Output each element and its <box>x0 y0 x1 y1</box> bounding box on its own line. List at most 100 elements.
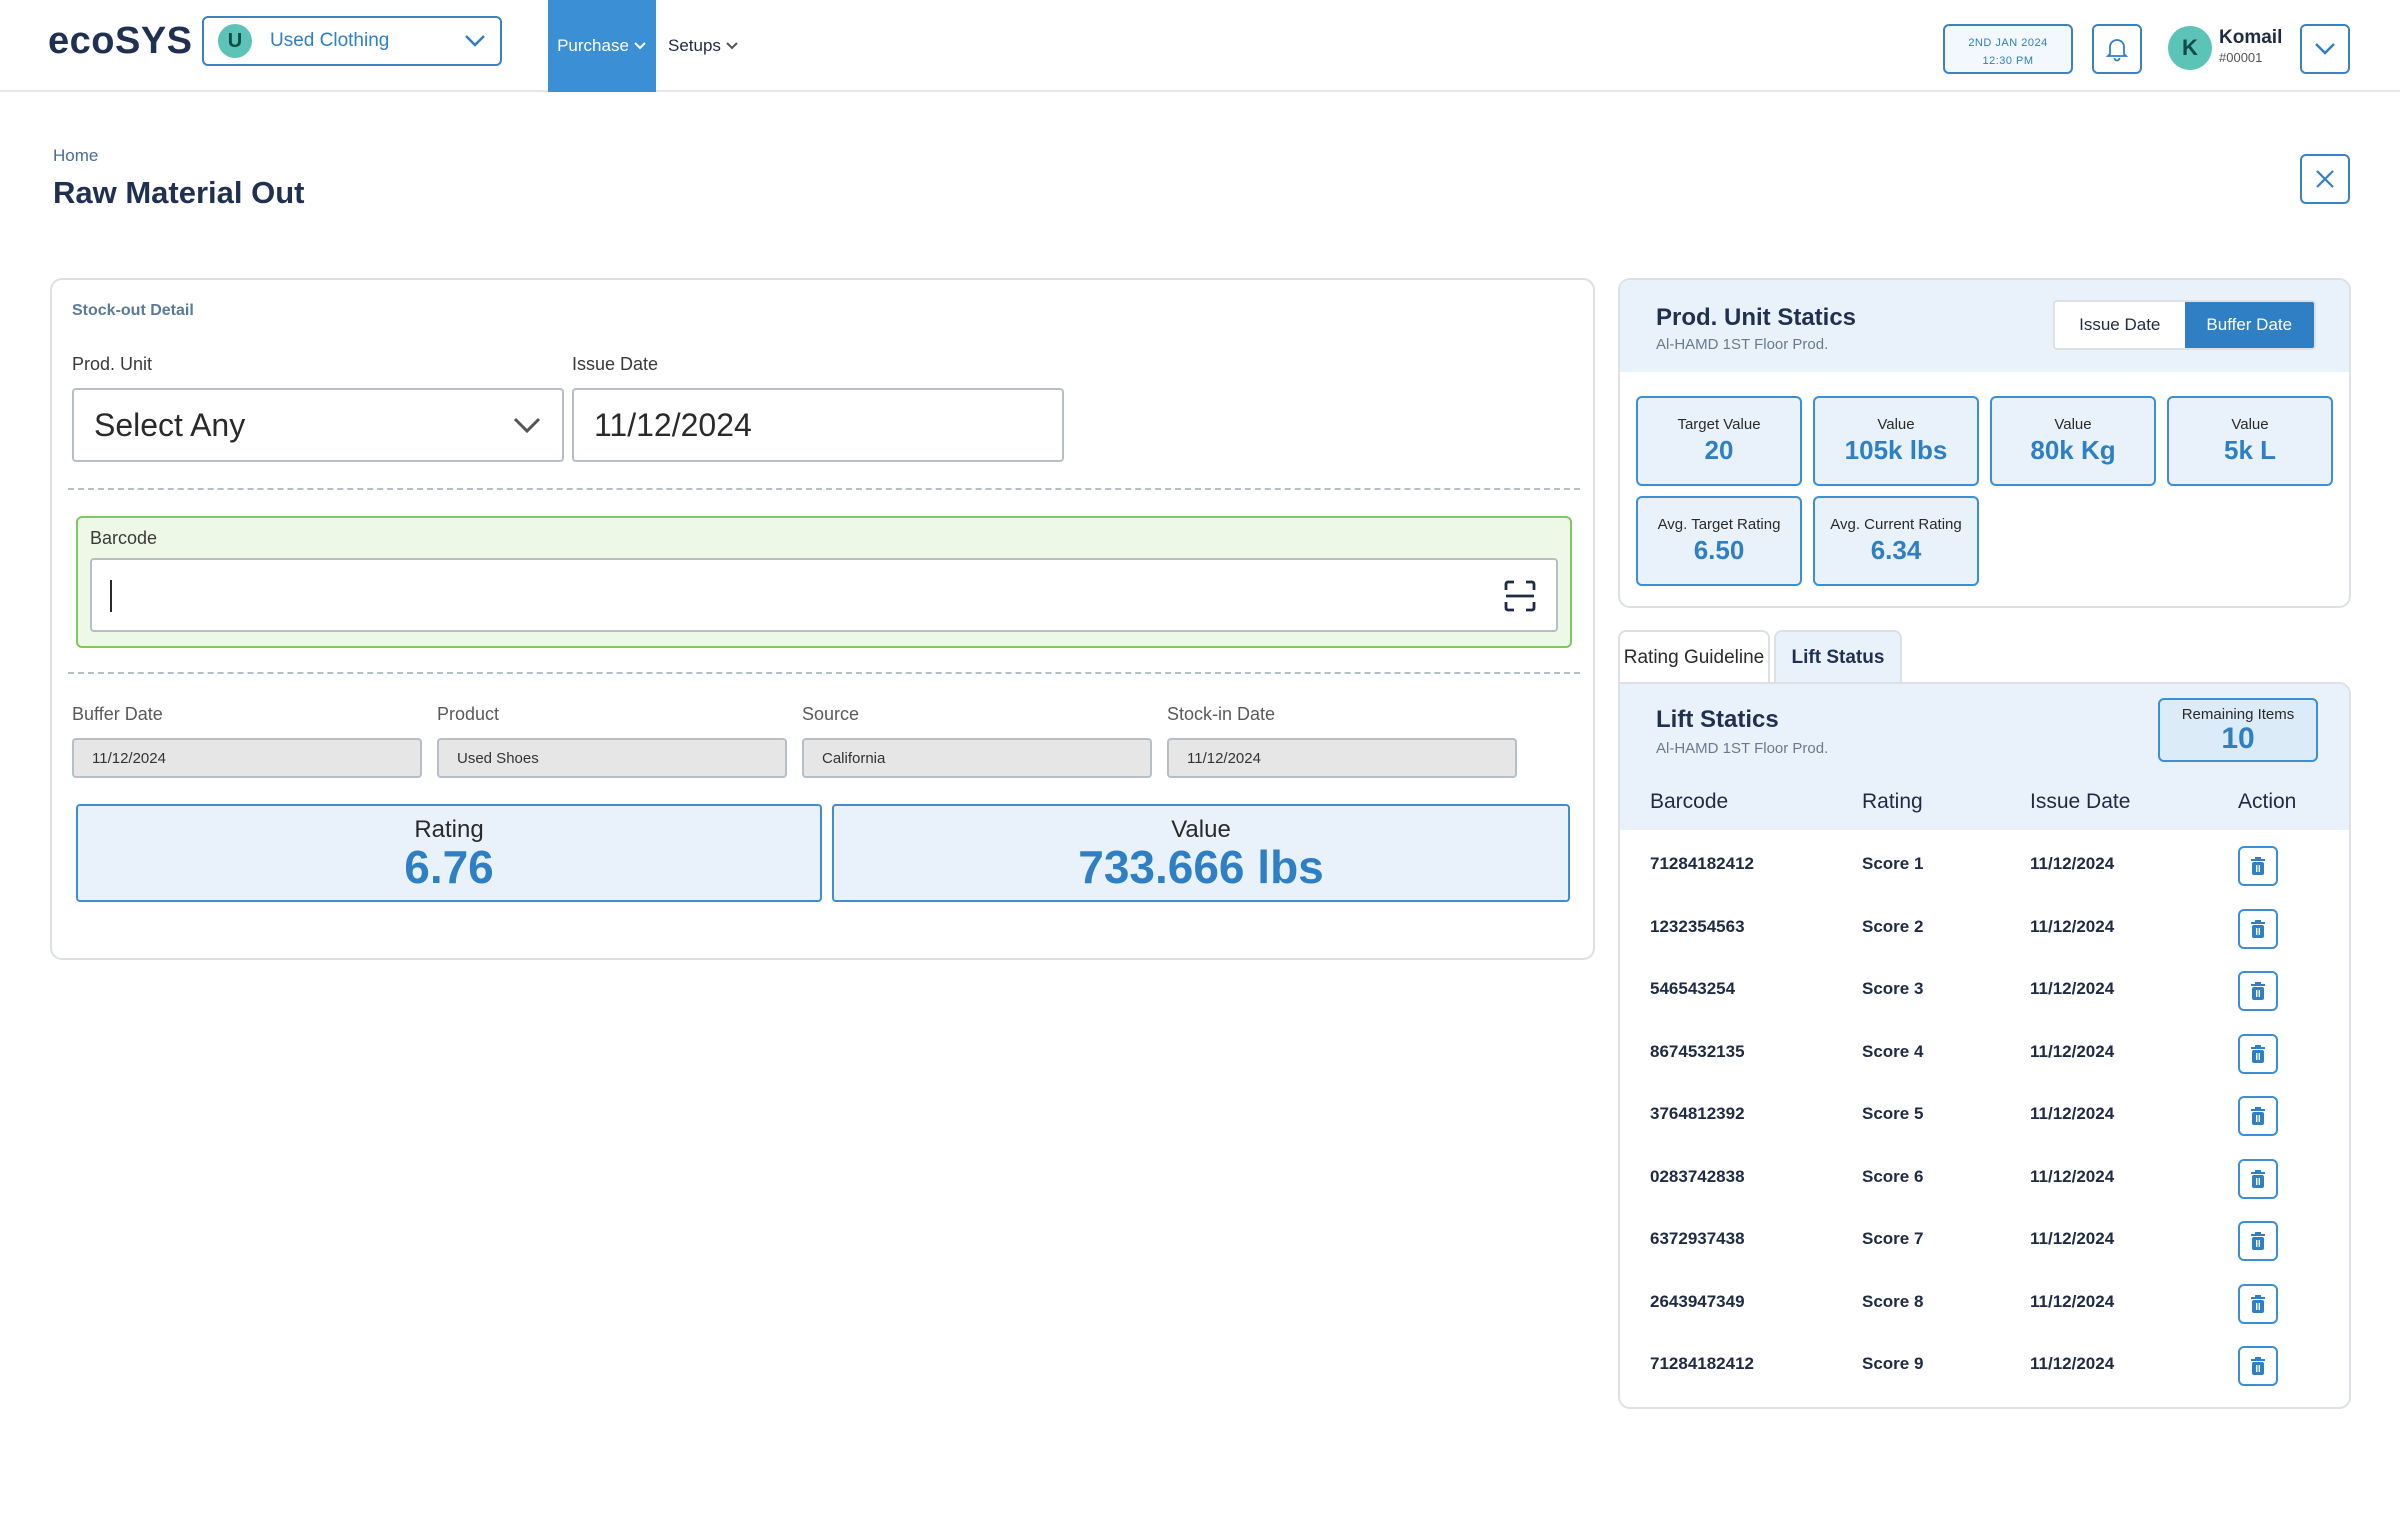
delete-button[interactable] <box>2238 1346 2278 1386</box>
trash-icon <box>2251 1107 2265 1125</box>
trash-icon <box>2251 1232 2265 1250</box>
cell-issue-date: 11/12/2024 <box>2030 916 2115 936</box>
source-field: California <box>802 738 1152 778</box>
user-avatar[interactable]: K <box>2168 26 2212 70</box>
stockin-date-field: 11/12/2024 <box>1167 738 1517 778</box>
trash-icon <box>2251 919 2265 938</box>
cell-barcode: 71284182412 <box>1650 1354 1755 1373</box>
chevron-down-icon <box>513 417 541 434</box>
remaining-label: Remaining Items <box>2181 706 2295 723</box>
col-issue-date[interactable]: Issue Date <box>2030 790 2130 814</box>
buffer-date-field: 11/12/2024 <box>72 738 422 778</box>
delete-button[interactable] <box>2238 1158 2278 1199</box>
stockin-date-label: Stock-in Date <box>1167 704 1276 724</box>
stockout-detail-card: Stock-out Detail Prod. Unit Issue Date S… <box>50 278 1595 960</box>
close-icon <box>2316 170 2334 188</box>
cell-issue-date: 11/12/2024 <box>2030 1354 2115 1373</box>
delete-button[interactable] <box>2238 971 2278 1011</box>
table-row: 1232354563 Score 2 11/12/2024 <box>1620 897 2349 959</box>
notifications-button[interactable] <box>2092 24 2142 74</box>
issue-date-input[interactable]: 11/12/2024 <box>572 388 1064 462</box>
nav-purchase[interactable]: Purchase <box>548 0 656 92</box>
table-row: 8674532135 Score 4 11/12/2024 <box>1620 1022 2349 1084</box>
col-action: Action <box>2238 790 2297 813</box>
trash-icon <box>2251 1357 2265 1375</box>
text-caret <box>110 580 112 612</box>
buffer-date-label: Buffer Date <box>72 704 163 724</box>
breadcrumb-home[interactable]: Home <box>53 146 98 166</box>
stat-value: 6.34 <box>1870 535 1922 565</box>
top-header: ecoSYS U Used Clothing Purchase Setups 2… <box>0 0 2400 92</box>
nav-setups[interactable]: Setups <box>668 0 739 92</box>
product-field: Used Shoes <box>437 738 787 778</box>
cell-barcode: 71284182412 <box>1650 854 1755 873</box>
delete-button[interactable] <box>2238 908 2278 949</box>
chevron-down-icon <box>634 42 646 50</box>
table-header: Barcode Rating Issue Date Action <box>1620 776 2349 830</box>
cell-rating: Score 3 <box>1862 979 1924 998</box>
table-row: 6372937438 Score 7 11/12/2024 <box>1620 1209 2349 1271</box>
table-row: 71284182412 Score 1 11/12/2024 <box>1620 834 2349 896</box>
trash-icon <box>2251 982 2265 1000</box>
cell-issue-date: 11/12/2024 <box>2030 1041 2115 1061</box>
barcode-input[interactable] <box>90 558 1558 632</box>
chevron-down-icon <box>726 42 738 50</box>
cell-barcode: 2643947349 <box>1650 1291 1745 1311</box>
source-label: Source <box>802 704 860 724</box>
toggle-buffer-date[interactable]: Buffer Date <box>2184 302 2314 348</box>
close-button[interactable] <box>2300 154 2350 204</box>
stat-value: 5k L <box>2223 435 2277 465</box>
scan-icon[interactable] <box>1504 580 1536 612</box>
col-rating[interactable]: Rating <box>1862 790 1923 814</box>
cell-issue-date: 11/12/2024 <box>2030 979 2115 998</box>
stat-title: Value <box>2231 416 2269 433</box>
delete-button[interactable] <box>2238 1221 2278 1261</box>
stat-title: Target Value <box>1677 416 1761 433</box>
prod-unit-select[interactable]: Select Any <box>72 388 564 462</box>
prod-unit-label: Prod. Unit <box>72 354 153 374</box>
delete-button[interactable] <box>2238 846 2278 886</box>
delete-button[interactable] <box>2238 1283 2278 1324</box>
date-text: 2ND JAN 2024 <box>1968 37 2048 49</box>
stat-value: 80k Kg <box>2030 435 2116 465</box>
section-title: Stock-out Detail <box>72 302 194 319</box>
stat-card: Value 105k lbs <box>1813 396 1979 486</box>
tab-lift-status[interactable]: Lift Status <box>1774 630 1902 684</box>
cell-rating: Score 4 <box>1862 1041 1924 1061</box>
lift-subtitle: Al-HAMD 1ST Floor Prod. <box>1656 740 1829 757</box>
rating-value: 6.76 <box>404 841 494 893</box>
toggle-issue-date[interactable]: Issue Date <box>2055 302 2185 348</box>
table-row: 546543254 Score 3 11/12/2024 <box>1620 959 2349 1021</box>
time-text: 12:30 PM <box>1982 55 2034 67</box>
trash-icon <box>2251 1044 2265 1063</box>
cell-rating: Score 8 <box>1862 1291 1924 1311</box>
chevron-down-icon <box>2315 43 2335 55</box>
page-title: Raw Material Out <box>53 175 305 210</box>
cell-barcode: 8674532135 <box>1650 1041 1745 1061</box>
cell-rating: Score 2 <box>1862 916 1924 936</box>
stat-card: Avg. Target Rating 6.50 <box>1636 496 1802 586</box>
stat-value: 20 <box>1704 435 1734 465</box>
value-value: 733.666 lbs <box>1078 841 1324 893</box>
cell-barcode: 3764812392 <box>1650 1104 1745 1123</box>
user-name: Komail <box>2219 27 2283 48</box>
chevron-down-icon <box>465 35 485 47</box>
trash-icon <box>2251 1169 2265 1188</box>
org-selector[interactable]: U Used Clothing <box>202 16 502 66</box>
nav-purchase-label: Purchase <box>557 36 629 55</box>
app-logo[interactable]: ecoSYS <box>48 20 193 63</box>
stat-card: Value 5k L <box>2167 396 2333 486</box>
user-menu-button[interactable] <box>2300 24 2350 74</box>
delete-button[interactable] <box>2238 1096 2278 1136</box>
lift-title: Lift Statics <box>1656 706 1779 733</box>
cell-rating: Score 1 <box>1862 854 1924 873</box>
lift-statics-panel: Lift Statics Al-HAMD 1ST Floor Prod. Rem… <box>1618 682 2351 1409</box>
lift-header: Lift Statics Al-HAMD 1ST Floor Prod. Rem… <box>1620 684 2349 776</box>
delete-button[interactable] <box>2238 1033 2278 1074</box>
cell-rating: Score 7 <box>1862 1229 1924 1248</box>
stat-title: Value <box>2054 416 2092 433</box>
col-barcode[interactable]: Barcode <box>1650 790 1728 814</box>
tab-rating-guideline[interactable]: Rating Guideline <box>1618 630 1770 684</box>
value-stat: Value 733.666 lbs <box>832 804 1570 902</box>
cell-issue-date: 11/12/2024 <box>2030 1291 2115 1311</box>
